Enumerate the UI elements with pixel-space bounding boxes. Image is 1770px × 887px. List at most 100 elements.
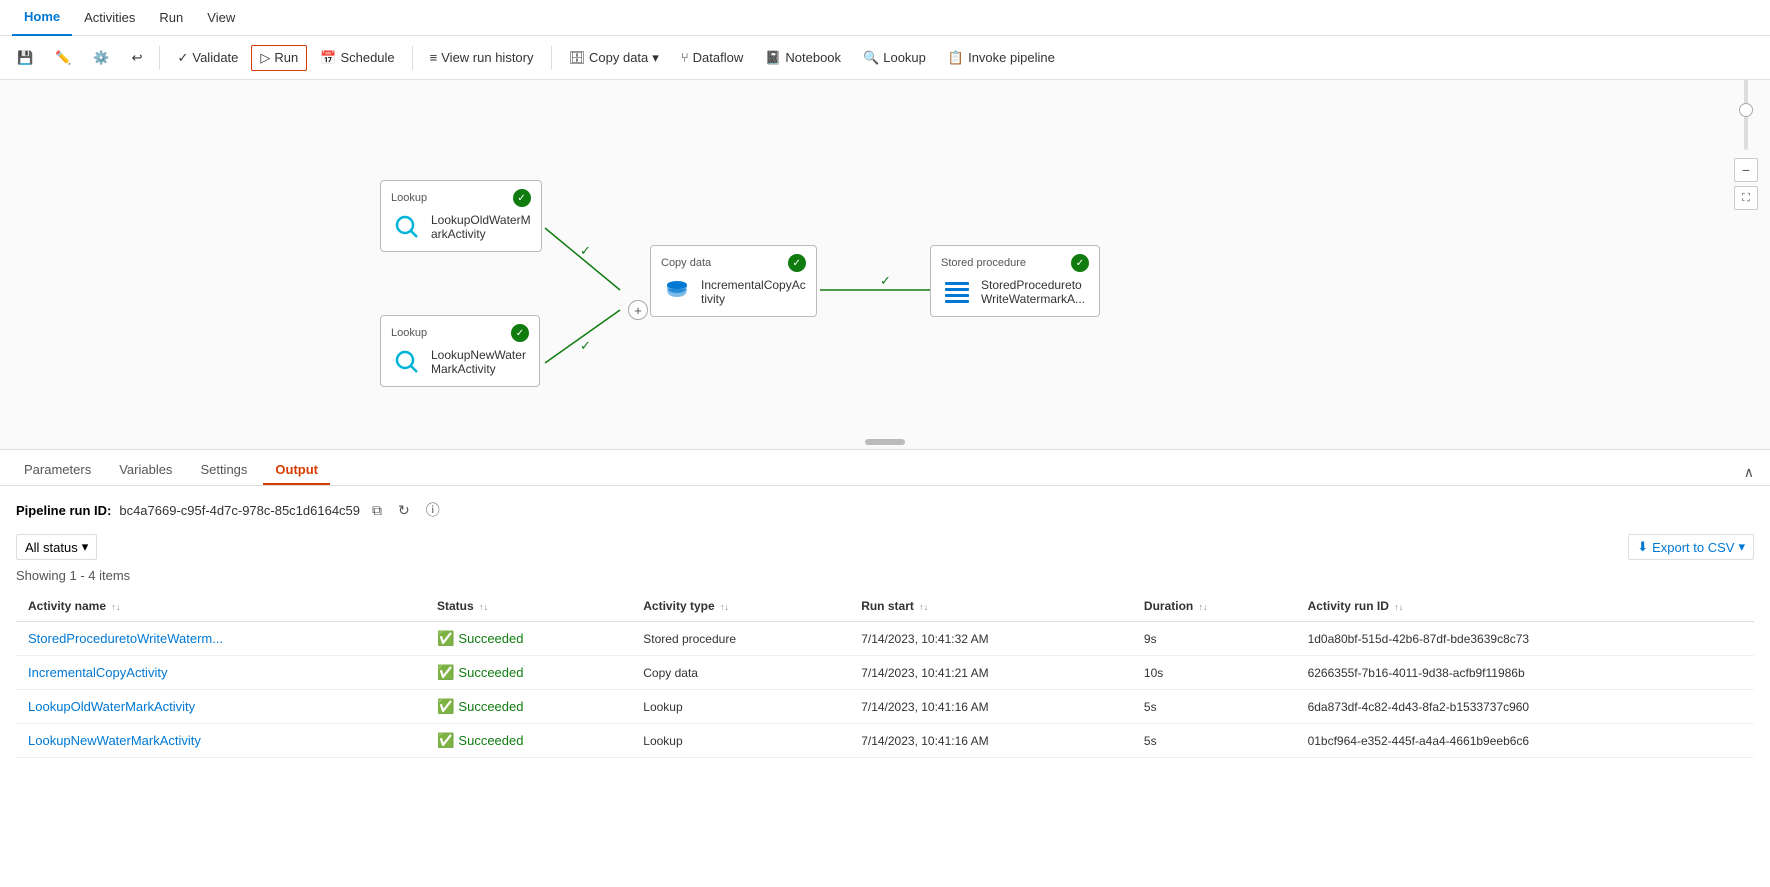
status-text: Succeeded xyxy=(458,699,523,714)
tab-variables[interactable]: Variables xyxy=(107,456,184,485)
sort-run-start-icon: ↑↓ xyxy=(919,602,928,612)
table-row: LookupNewWaterMarkActivity ✅ Succeeded L… xyxy=(16,724,1754,758)
lookup2-icon xyxy=(391,346,423,378)
zoom-controls: 🔍 + − ⛶ xyxy=(1734,80,1758,210)
nav-activities[interactable]: Activities xyxy=(72,0,147,36)
svg-text:✓: ✓ xyxy=(580,243,591,258)
node-copy-data[interactable]: Copy data ✓ IncrementalCopyActivity xyxy=(650,245,817,317)
node-copy-type: Copy data xyxy=(661,257,711,269)
cell-activity-name[interactable]: LookupOldWaterMarkActivity xyxy=(16,690,425,724)
cell-duration: 5s xyxy=(1132,724,1296,758)
status-cell: ✅ Succeeded xyxy=(437,698,619,715)
status-text: Succeeded xyxy=(458,733,523,748)
export-csv-label: Export to CSV xyxy=(1652,540,1734,555)
tab-output[interactable]: Output xyxy=(263,456,330,485)
node-copy-label: IncrementalCopyActivity xyxy=(701,278,806,306)
nav-home-label: Home xyxy=(24,9,60,24)
node-lookup1-label: LookupOldWaterMarkActivity xyxy=(431,213,531,241)
activity-name-link[interactable]: LookupNewWaterMarkActivity xyxy=(28,733,201,748)
schedule-button[interactable]: 📅 Schedule xyxy=(311,45,403,71)
validate-button[interactable]: ✓ Validate xyxy=(168,45,247,71)
activity-runs-table: Activity name ↑↓ Status ↑↓ Activity type… xyxy=(16,591,1754,758)
copy-data-node-icon xyxy=(661,276,693,308)
col-activity-run-id[interactable]: Activity run ID ↑↓ xyxy=(1296,591,1754,622)
col-duration[interactable]: Duration ↑↓ xyxy=(1132,591,1296,622)
lookup-icon: 🔍 xyxy=(863,50,879,66)
top-nav: Home Activities Run View xyxy=(0,0,1770,36)
run-id-row: Pipeline run ID: bc4a7669-c95f-4d7c-978c… xyxy=(16,498,1754,522)
node-lookup1-type: Lookup xyxy=(391,192,427,204)
nav-home[interactable]: Home xyxy=(12,0,72,36)
node-stored-success-badge: ✓ xyxy=(1071,254,1089,272)
col-status[interactable]: Status ↑↓ xyxy=(425,591,631,622)
calendar-icon: 📅 xyxy=(320,50,336,66)
edit-button[interactable]: ✏️ xyxy=(46,45,80,71)
fullscreen-button[interactable]: ⛶ xyxy=(1734,186,1758,210)
activity-name-link[interactable]: IncrementalCopyActivity xyxy=(28,665,167,680)
zoom-thumb[interactable] xyxy=(1739,103,1753,117)
activity-name-link[interactable]: StoredProceduretoWriteWaterm... xyxy=(28,631,223,646)
nav-run[interactable]: Run xyxy=(147,0,195,36)
cell-activity-name[interactable]: StoredProceduretoWriteWaterm... xyxy=(16,622,425,656)
filter-chevron-icon: ▾ xyxy=(82,539,89,555)
export-csv-button[interactable]: ⬇ Export to CSV ▾ xyxy=(1628,534,1754,560)
copy-data-button[interactable]: 🗄 Copy data ▾ xyxy=(560,45,668,71)
save-button[interactable]: 💾 xyxy=(8,45,42,71)
col-activity-type[interactable]: Activity type ↑↓ xyxy=(631,591,849,622)
plus-connector-btn[interactable]: + xyxy=(628,300,648,320)
run-button[interactable]: ▷ Run xyxy=(251,45,307,71)
cell-activity-type: Lookup xyxy=(631,724,849,758)
notebook-label: Notebook xyxy=(785,50,841,65)
activity-name-link[interactable]: LookupOldWaterMarkActivity xyxy=(28,699,195,714)
cell-status: ✅ Succeeded xyxy=(425,622,631,656)
edit-icon: ✏️ xyxy=(55,50,71,66)
cell-run-start: 7/14/2023, 10:41:16 AM xyxy=(849,724,1132,758)
info-button[interactable]: ⓘ xyxy=(422,498,444,522)
filter-label: All status xyxy=(25,540,78,555)
invoke-pipeline-button[interactable]: 📋 Invoke pipeline xyxy=(939,45,1064,71)
col-activity-name[interactable]: Activity name ↑↓ xyxy=(16,591,425,622)
node-stored-procedure[interactable]: Stored procedure ✓ StoredProceduretoWrit… xyxy=(930,245,1100,317)
success-icon: ✅ xyxy=(437,698,454,715)
zoom-out-button[interactable]: − xyxy=(1734,158,1758,182)
nav-view-label: View xyxy=(207,10,235,25)
dataflow-button[interactable]: ⑂ Dataflow xyxy=(672,45,752,70)
undo-icon: ↩ xyxy=(132,50,143,66)
schedule-label: Schedule xyxy=(340,50,394,65)
cell-status: ✅ Succeeded xyxy=(425,724,631,758)
success-icon: ✅ xyxy=(437,732,454,749)
cell-activity-name[interactable]: LookupNewWaterMarkActivity xyxy=(16,724,425,758)
validate-label: Validate xyxy=(192,50,238,65)
filter-row: All status ▾ ⬇ Export to CSV ▾ xyxy=(16,534,1754,560)
lookup-button[interactable]: 🔍 Lookup xyxy=(854,45,935,71)
panel-drag-handle[interactable] xyxy=(865,439,905,445)
tab-settings[interactable]: Settings xyxy=(188,456,259,485)
cell-run-id: 1d0a80bf-515d-42b6-87df-bde3639c8c73 xyxy=(1296,622,1754,656)
panel-collapse-button[interactable]: ∧ xyxy=(1740,460,1758,485)
svg-text:✓: ✓ xyxy=(580,338,591,353)
settings-button[interactable]: ⚙️ xyxy=(84,45,118,71)
nav-view[interactable]: View xyxy=(195,0,247,36)
cell-activity-type: Lookup xyxy=(631,690,849,724)
cell-status: ✅ Succeeded xyxy=(425,690,631,724)
tab-parameters[interactable]: Parameters xyxy=(12,456,103,485)
cell-activity-name[interactable]: IncrementalCopyActivity xyxy=(16,656,425,690)
copy-run-id-button[interactable]: ⧉ xyxy=(368,500,386,521)
node-lookup-old[interactable]: Lookup ✓ LookupOldWaterMarkActivity xyxy=(380,180,542,252)
refresh-button[interactable]: ↻ xyxy=(394,500,414,521)
all-status-dropdown[interactable]: All status ▾ xyxy=(16,534,97,560)
table-row: IncrementalCopyActivity ✅ Succeeded Copy… xyxy=(16,656,1754,690)
view-run-history-label: View run history xyxy=(441,50,533,65)
run-id-value: bc4a7669-c95f-4d7c-978c-85c1d6164c59 xyxy=(119,503,360,518)
success-icon: ✅ xyxy=(437,664,454,681)
view-run-history-button[interactable]: ≡ View run history xyxy=(421,45,543,70)
notebook-button[interactable]: 📓 Notebook xyxy=(756,45,850,71)
checkmark-icon: ✓ xyxy=(177,50,188,66)
run-play-icon: ▷ xyxy=(260,50,270,66)
col-run-start[interactable]: Run start ↑↓ xyxy=(849,591,1132,622)
cell-duration: 5s xyxy=(1132,690,1296,724)
cell-activity-type: Stored procedure xyxy=(631,622,849,656)
node-lookup-new[interactable]: Lookup ✓ LookupNewWaterMarkActivity xyxy=(380,315,540,387)
bottom-panel: Parameters Variables Settings Output ∧ P… xyxy=(0,450,1770,887)
undo-button[interactable]: ↩ xyxy=(123,45,152,71)
